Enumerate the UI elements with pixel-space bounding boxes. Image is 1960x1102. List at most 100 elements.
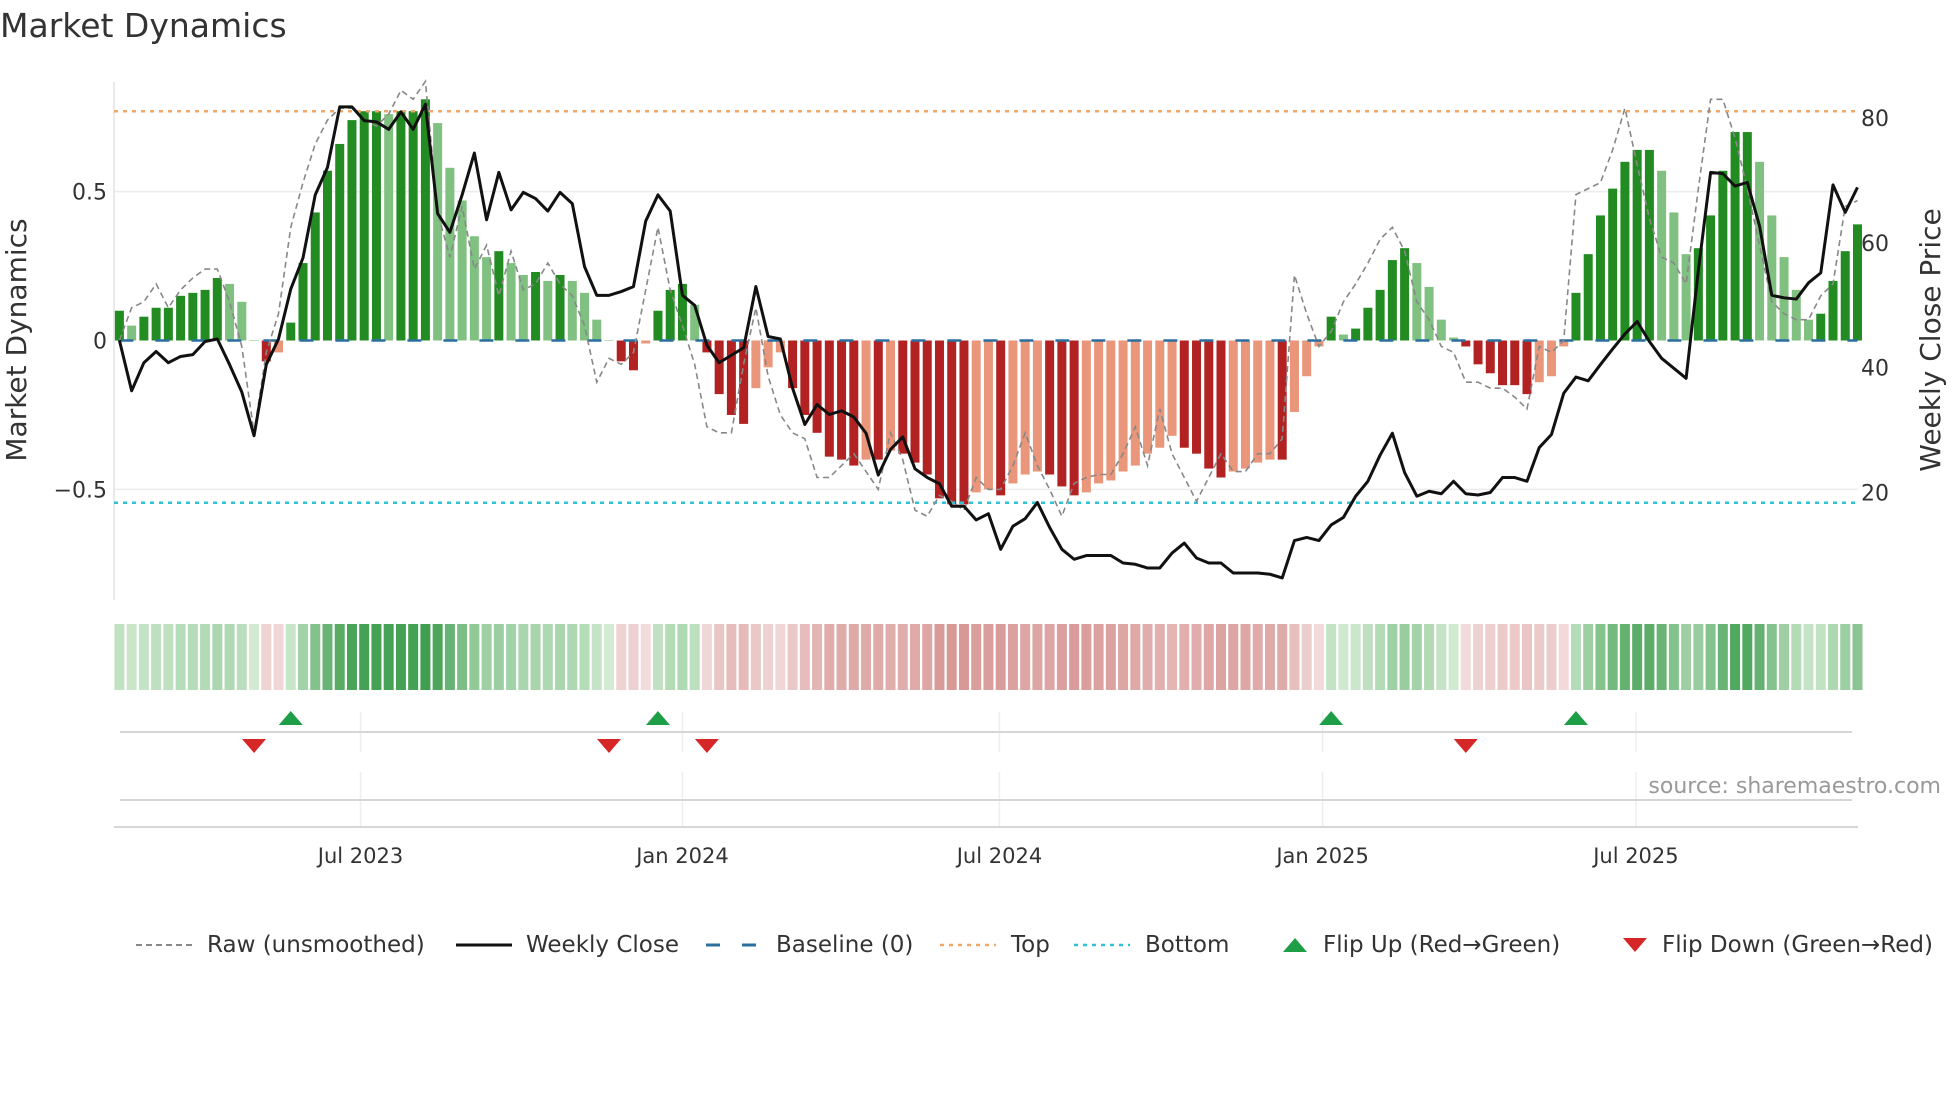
legend-icon-dashed-blue-line — [706, 930, 764, 960]
heat-cell — [1791, 624, 1802, 690]
heat-cell — [677, 624, 688, 690]
x-tick-label: Jan 2025 — [1274, 844, 1369, 868]
heat-cell — [518, 624, 529, 690]
x-tick-label: Jul 2025 — [1591, 844, 1678, 868]
bar — [176, 295, 186, 341]
heat-cell — [1730, 624, 1741, 690]
heat-cell — [249, 624, 260, 690]
heat-cell — [689, 624, 700, 690]
bar — [1473, 340, 1483, 365]
heat-cell — [1105, 624, 1116, 690]
heat-cell — [1277, 624, 1288, 690]
bar — [763, 340, 773, 368]
heat-cell — [261, 624, 272, 690]
heat-cell — [836, 624, 847, 690]
legend-icon-dashed-gray-line — [136, 930, 194, 960]
heat-cell — [1020, 624, 1031, 690]
bar — [384, 114, 394, 341]
heat-cell — [1852, 624, 1863, 690]
heat-cell — [971, 624, 982, 690]
heat-cell — [1485, 624, 1496, 690]
heat-cell — [346, 624, 357, 690]
bar — [1608, 188, 1618, 341]
bar — [347, 120, 357, 341]
bar — [433, 123, 443, 341]
heat-cell — [1399, 624, 1410, 690]
bar — [322, 170, 332, 341]
heat-cell — [1301, 624, 1312, 690]
bar — [1094, 340, 1104, 484]
heat-cell — [922, 624, 933, 690]
bar — [751, 340, 761, 389]
source-credit: source: sharemaestro.com — [1648, 774, 1941, 799]
heat-cell — [1534, 624, 1545, 690]
heat-cell — [1056, 624, 1067, 690]
heat-cell — [1705, 624, 1716, 690]
bar — [1130, 340, 1140, 466]
flip-up-marker — [645, 711, 670, 725]
bar — [1069, 340, 1079, 496]
heat-cell — [408, 624, 419, 690]
heat-cell — [1081, 624, 1092, 690]
heat-cell — [310, 624, 321, 690]
bar — [604, 340, 614, 341]
bar — [200, 289, 210, 341]
heat-cell — [1497, 624, 1508, 690]
heat-cell — [1766, 624, 1777, 690]
heat-cell — [983, 624, 994, 690]
heat-cell — [1007, 624, 1018, 690]
x-tick-label: Jan 2024 — [634, 844, 729, 868]
heat-cell — [1093, 624, 1104, 690]
heat-cell — [591, 624, 602, 690]
bar — [1804, 319, 1814, 341]
bar — [1644, 149, 1654, 341]
heat-cell — [861, 624, 872, 690]
heat-cell — [1203, 624, 1214, 690]
heat-cell — [640, 624, 651, 690]
heat-cell — [1044, 624, 1055, 690]
bar — [1669, 212, 1679, 341]
heat-cell — [187, 624, 198, 690]
bar — [359, 111, 369, 341]
heat-cell — [1546, 624, 1557, 690]
heat-cell — [701, 624, 712, 690]
heat-cell — [1656, 624, 1667, 690]
bar — [555, 274, 565, 341]
y-axis-label: Market Dynamics — [0, 218, 33, 461]
bar — [396, 111, 406, 341]
heat-cell — [1240, 624, 1251, 690]
flip-up-marker — [1563, 711, 1588, 725]
bar — [1620, 161, 1630, 341]
bar — [714, 340, 724, 395]
heat-cell — [1326, 624, 1337, 690]
bar — [628, 340, 638, 371]
heat-cell — [1473, 624, 1484, 690]
heat-cell — [1754, 624, 1765, 690]
legend-label: Bottom — [1145, 932, 1230, 958]
heat-cell — [885, 624, 896, 690]
heat-cell — [432, 624, 443, 690]
heat-cell — [395, 624, 406, 690]
heat-cell — [1154, 624, 1165, 690]
heat-cell — [934, 624, 945, 690]
heat-cell — [420, 624, 431, 690]
flip-up-marker — [278, 711, 303, 725]
flip-down-marker — [694, 739, 719, 753]
bar — [837, 340, 847, 460]
heat-cell — [1448, 624, 1459, 690]
bar — [996, 340, 1006, 496]
heat-cell — [1668, 624, 1679, 690]
heat-cell — [787, 624, 798, 690]
heat-cell — [738, 624, 749, 690]
bar — [1375, 289, 1385, 341]
bar — [518, 274, 528, 341]
bar — [151, 307, 161, 341]
bar — [1485, 340, 1495, 374]
heat-cell — [873, 624, 884, 690]
bar — [163, 307, 173, 341]
heat-cell — [175, 624, 186, 690]
heat-cell — [1607, 624, 1618, 690]
heat-cell — [457, 624, 468, 690]
heat-cell — [359, 624, 370, 690]
heat-cell — [1509, 624, 1520, 690]
